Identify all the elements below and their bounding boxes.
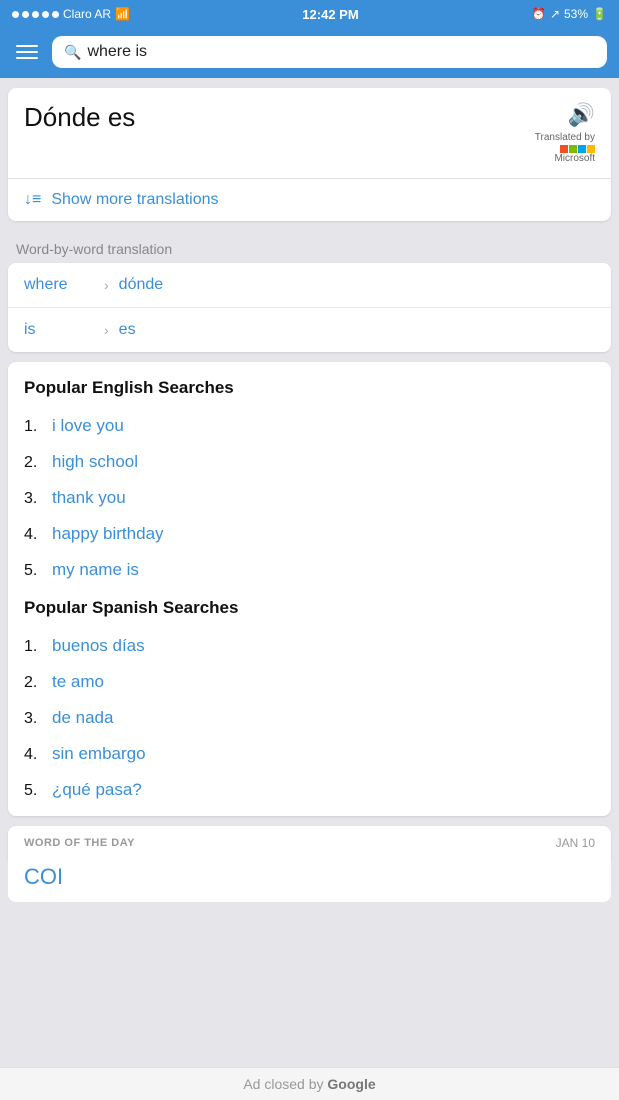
popular-spanish-item-2[interactable]: 2. te amo <box>24 664 595 700</box>
popular-num-3: 3. <box>24 490 44 508</box>
status-time: 12:42 PM <box>302 7 358 22</box>
show-more-icon: ↓≡ <box>24 191 41 209</box>
wotd-bar: WORD OF THE DAY JAN 10 <box>8 826 611 860</box>
microsoft-logo <box>560 145 595 153</box>
popular-english-item-1[interactable]: 1. i love you <box>24 408 595 444</box>
popular-num-1: 1. <box>24 418 44 436</box>
word-row-is[interactable]: is › es <box>8 308 611 352</box>
popular-english-item-3[interactable]: 3. thank you <box>24 480 595 516</box>
popular-link-4[interactable]: happy birthday <box>52 524 164 544</box>
popular-spanish-item-1[interactable]: 1. buenos días <box>24 628 595 664</box>
popular-english-item-2[interactable]: 2. high school <box>24 444 595 480</box>
popular-searches-card: Popular English Searches 1. i love you 2… <box>8 362 611 816</box>
popular-sp-num-5: 5. <box>24 782 44 800</box>
translated-by: Translated by Microsoft <box>535 132 595 164</box>
ad-google-label: Google <box>327 1076 375 1092</box>
wotd-date: JAN 10 <box>556 836 595 850</box>
popular-sp-link-3[interactable]: de nada <box>52 708 113 728</box>
popular-spanish-item-4[interactable]: 4. sin embargo <box>24 736 595 772</box>
popular-sp-link-2[interactable]: te amo <box>52 672 104 692</box>
wotd-label: WORD OF THE DAY <box>24 837 135 849</box>
translation-main: Dónde es 🔊 Translated by Microsoft <box>8 88 611 178</box>
show-more-row[interactable]: ↓≡ Show more translations <box>8 178 611 221</box>
alarm-icon: ⏰ <box>531 7 546 21</box>
translated-text: Dónde es <box>24 102 135 133</box>
popular-english-heading: Popular English Searches <box>24 378 595 398</box>
word-by-word-label: Word-by-word translation <box>0 231 619 263</box>
speaker-icon[interactable]: 🔊 <box>568 102 595 128</box>
popular-sp-num-2: 2. <box>24 674 44 692</box>
popular-sp-num-4: 4. <box>24 746 44 764</box>
popular-num-2: 2. <box>24 454 44 472</box>
wifi-icon: 📶 <box>115 7 130 21</box>
word-by-word-card: where › dónde is › es <box>8 263 611 352</box>
popular-english-item-4[interactable]: 4. happy birthday <box>24 516 595 552</box>
search-query[interactable]: where is <box>87 43 147 61</box>
popular-spanish-heading: Popular Spanish Searches <box>24 598 595 618</box>
search-icon: 🔍 <box>64 44 81 61</box>
search-bar[interactable]: 🔍 where is <box>52 36 607 68</box>
popular-link-5[interactable]: my name is <box>52 560 139 580</box>
wotd-word[interactable]: COI <box>8 860 611 902</box>
arrow-icon-where: › <box>104 277 109 293</box>
popular-link-3[interactable]: thank you <box>52 488 126 508</box>
signal-dots <box>12 11 59 18</box>
status-right: ⏰ ↗ 53% 🔋 <box>531 7 607 21</box>
popular-link-1[interactable]: i love you <box>52 416 124 436</box>
location-icon: ↗ <box>550 7 560 21</box>
battery-label: 53% <box>564 7 588 21</box>
popular-sp-link-4[interactable]: sin embargo <box>52 744 146 764</box>
battery-icon: 🔋 <box>592 7 607 21</box>
word-es-es: es <box>119 321 136 339</box>
popular-spanish-item-5[interactable]: 5. ¿qué pasa? <box>24 772 595 808</box>
popular-english-item-5[interactable]: 5. my name is <box>24 552 595 588</box>
word-en-where: where <box>24 276 94 294</box>
word-es-donde: dónde <box>119 276 164 294</box>
translated-by-label: Translated by <box>535 132 595 143</box>
popular-sp-num-3: 3. <box>24 710 44 728</box>
popular-sp-link-5[interactable]: ¿qué pasa? <box>52 780 142 800</box>
word-en-is: is <box>24 321 94 339</box>
word-row-where[interactable]: where › dónde <box>8 263 611 308</box>
provider-label: Microsoft <box>554 153 595 164</box>
nav-bar: 🔍 where is <box>0 28 619 78</box>
popular-link-2[interactable]: high school <box>52 452 138 472</box>
popular-num-5: 5. <box>24 562 44 580</box>
status-bar: Claro AR 📶 12:42 PM ⏰ ↗ 53% 🔋 <box>0 0 619 28</box>
translation-card: Dónde es 🔊 Translated by Microsoft ↓≡ Sh… <box>8 88 611 221</box>
status-left: Claro AR 📶 <box>12 7 130 21</box>
ad-label: Ad closed by Google <box>243 1076 375 1092</box>
ad-bar: Ad closed by Google <box>0 1067 619 1100</box>
arrow-icon-is: › <box>104 322 109 338</box>
translation-meta: 🔊 Translated by Microsoft <box>535 102 595 164</box>
show-more-label[interactable]: Show more translations <box>51 191 218 209</box>
popular-sp-num-1: 1. <box>24 638 44 656</box>
hamburger-menu[interactable] <box>12 41 42 63</box>
carrier-label: Claro AR <box>63 7 111 21</box>
popular-num-4: 4. <box>24 526 44 544</box>
popular-sp-link-1[interactable]: buenos días <box>52 636 145 656</box>
popular-spanish-item-3[interactable]: 3. de nada <box>24 700 595 736</box>
